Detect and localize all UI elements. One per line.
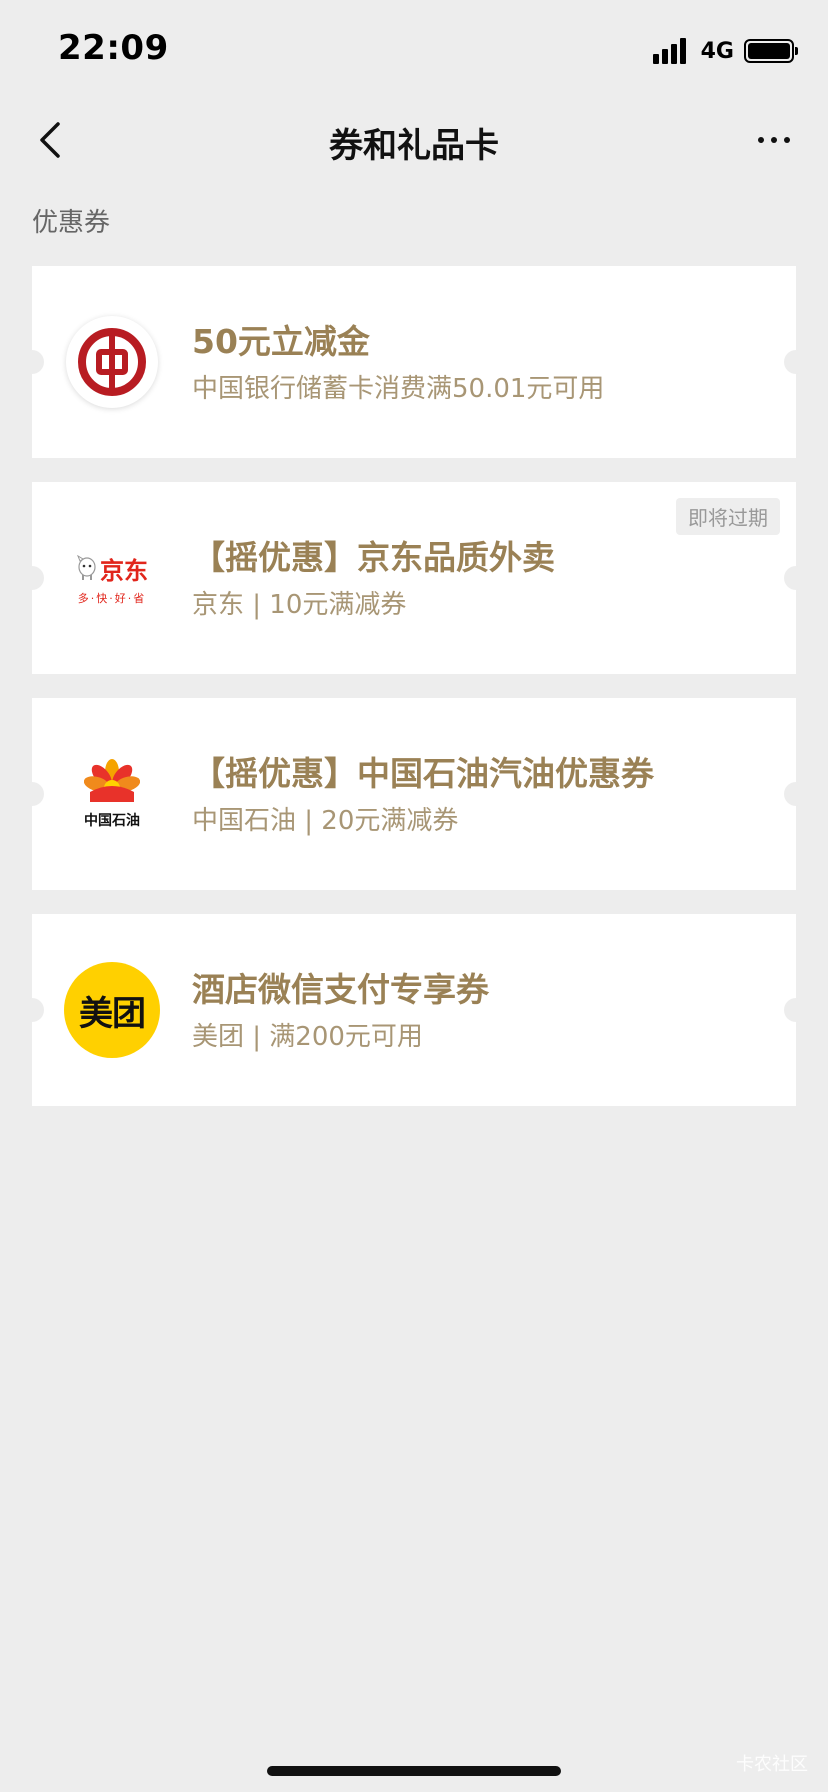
merchant-logo: 京东 多·快·好·省	[64, 530, 160, 626]
ticket-notch	[784, 350, 808, 374]
jd-logo-slogan: 多·快·好·省	[77, 591, 147, 605]
page-title: 券和礼品卡	[329, 126, 499, 166]
coupon-card[interactable]: 50元立减金 中国银行储蓄卡消费满50.01元可用	[20, 266, 808, 458]
ticket-notch	[20, 350, 44, 374]
coupon-subtitle: 中国银行储蓄卡消费满50.01元可用	[192, 374, 605, 404]
ticket-notch	[20, 566, 44, 590]
signal-icon	[652, 38, 687, 64]
more-options-button[interactable]	[744, 114, 804, 166]
nav-bar: 券和礼品卡	[0, 100, 828, 180]
network-type: 4G	[700, 38, 734, 64]
ticket-notch	[20, 782, 44, 806]
battery-icon	[744, 39, 798, 63]
coupon-title: 【摇优惠】中国石油汽油优惠券	[192, 754, 654, 793]
more-dot-icon	[784, 137, 790, 143]
meituan-logo: 美团	[64, 962, 160, 1058]
watermark: 卡农社区	[736, 1754, 808, 1775]
petrochina-logo-text: 中国石油	[84, 813, 140, 829]
ticket-notch	[784, 566, 808, 590]
coupon-title: 酒店微信支付专享券	[192, 970, 489, 1009]
jd-logo: 京东 多·快·好·省	[64, 530, 160, 626]
status-icons: 4G	[652, 34, 798, 68]
more-dot-icon	[758, 137, 764, 143]
coupon-text: 【摇优惠】中国石油汽油优惠券 中国石油 | 20元满减券	[192, 752, 772, 838]
bank-of-china-logo	[66, 316, 158, 408]
coupon-title: 50元立减金	[192, 322, 370, 361]
bank-of-china-emblem-icon	[78, 328, 146, 396]
coupon-card[interactable]: 即将过期 京东 多·快·好·省 【摇优惠】京东品质外卖 京东 | 10元满减券	[20, 482, 808, 674]
coupon-list: 50元立减金 中国银行储蓄卡消费满50.01元可用 即将过期 京东 多·快·好·…	[20, 266, 808, 1130]
more-dot-icon	[771, 137, 777, 143]
coupon-text: 【摇优惠】京东品质外卖 京东 | 10元满减券	[192, 536, 772, 622]
coupon-subtitle: 京东 | 10元满减券	[192, 590, 407, 620]
petrochina-logo: 中国石油	[64, 746, 160, 842]
home-indicator[interactable]	[267, 1766, 561, 1776]
jd-logo-text: 京东	[100, 556, 148, 585]
jd-mascot-icon	[77, 555, 96, 580]
coupon-card[interactable]: 中国石油 【摇优惠】中国石油汽油优惠券 中国石油 | 20元满减券	[20, 698, 808, 890]
merchant-logo	[64, 314, 160, 410]
petrochina-flower-icon	[84, 759, 140, 802]
status-bar: 22:09 4G	[0, 0, 828, 100]
coupon-card[interactable]: 美团 酒店微信支付专享券 美团 | 满200元可用	[20, 914, 808, 1106]
ticket-notch	[784, 782, 808, 806]
coupon-subtitle: 中国石油 | 20元满减券	[192, 806, 459, 836]
status-time: 22:09	[58, 28, 169, 68]
merchant-logo: 中国石油	[64, 746, 160, 842]
expiring-badge: 即将过期	[676, 498, 780, 535]
merchant-logo: 美团	[64, 962, 160, 1058]
coupon-text: 50元立减金 中国银行储蓄卡消费满50.01元可用	[192, 320, 772, 406]
coupon-subtitle: 美团 | 满200元可用	[192, 1022, 423, 1052]
section-label: 优惠券	[32, 208, 111, 238]
coupon-title: 【摇优惠】京东品质外卖	[192, 538, 555, 577]
ticket-notch	[784, 998, 808, 1022]
ticket-notch	[20, 998, 44, 1022]
coupon-text: 酒店微信支付专享券 美团 | 满200元可用	[192, 968, 772, 1054]
